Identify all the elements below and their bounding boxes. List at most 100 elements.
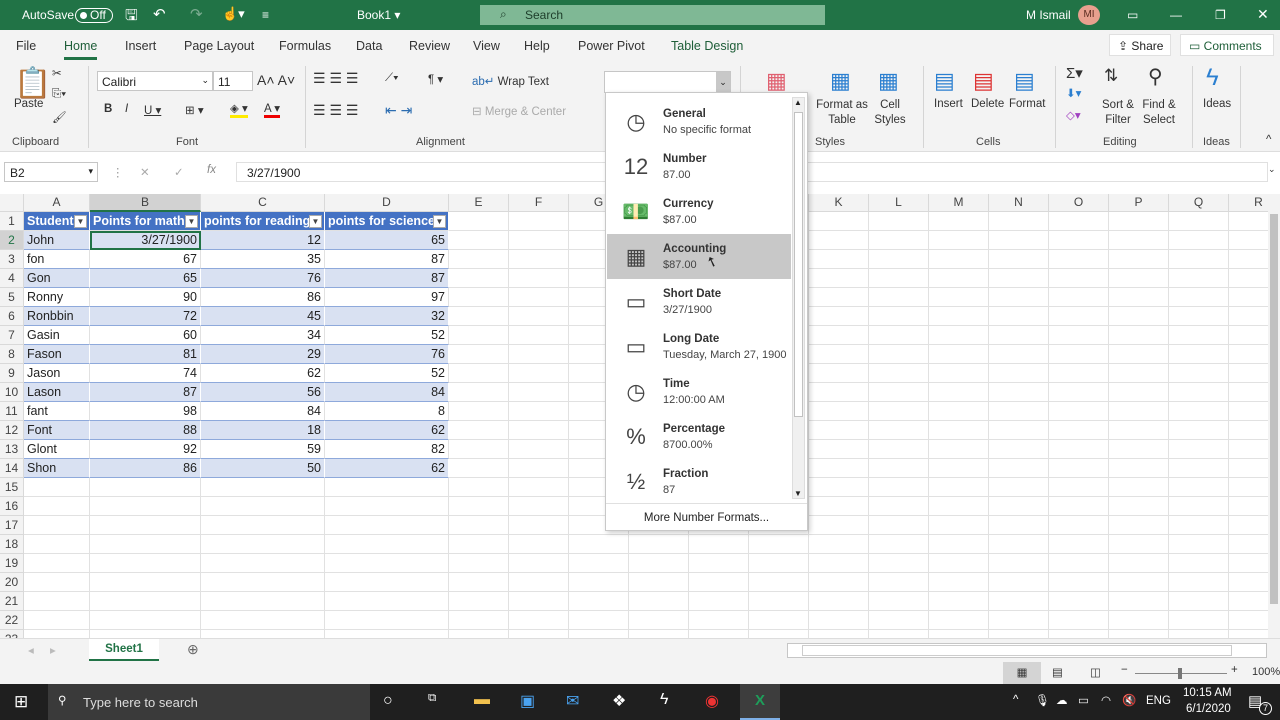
cell[interactable] xyxy=(449,535,509,554)
cell[interactable] xyxy=(1109,459,1169,478)
tab-power-pivot[interactable]: Power Pivot xyxy=(578,39,645,53)
cell[interactable] xyxy=(989,269,1049,288)
cell[interactable] xyxy=(869,611,929,630)
cell[interactable] xyxy=(929,383,989,402)
table-cell[interactable]: Gasin xyxy=(24,326,90,345)
cell[interactable] xyxy=(989,592,1049,611)
cell[interactable] xyxy=(1169,421,1229,440)
cell[interactable] xyxy=(1049,421,1109,440)
text-direction-icon[interactable]: ¶ ▾ xyxy=(428,72,443,86)
cell[interactable] xyxy=(809,592,869,611)
cell[interactable] xyxy=(509,554,569,573)
table-cell[interactable]: Lason xyxy=(24,383,90,402)
cell[interactable] xyxy=(1169,497,1229,516)
cell[interactable] xyxy=(1049,231,1109,250)
cell[interactable] xyxy=(90,535,201,554)
cell[interactable] xyxy=(1169,611,1229,630)
cell[interactable] xyxy=(449,402,509,421)
format-option-long-date[interactable]: ▭ Long Date Tuesday, March 27, 1900 xyxy=(607,324,791,369)
cell[interactable] xyxy=(449,269,509,288)
cell[interactable] xyxy=(449,421,509,440)
filter-dropdown-icon[interactable]: ▼ xyxy=(433,215,446,228)
cell[interactable] xyxy=(929,497,989,516)
table-header-cell[interactable]: Points for math ▼ xyxy=(90,212,201,231)
customize-qat-icon[interactable]: ≡ xyxy=(262,8,269,22)
cell[interactable] xyxy=(449,212,509,231)
row-header[interactable]: 18 xyxy=(0,535,24,554)
cell[interactable] xyxy=(929,231,989,250)
cell[interactable] xyxy=(449,326,509,345)
cell[interactable] xyxy=(509,288,569,307)
cell[interactable] xyxy=(1229,459,1268,478)
cell[interactable] xyxy=(1049,440,1109,459)
cell[interactable] xyxy=(449,364,509,383)
cell[interactable] xyxy=(869,326,929,345)
insert-button[interactable]: Insert xyxy=(934,98,963,110)
chevron-down-icon[interactable]: ⌄ xyxy=(716,72,730,92)
row-header[interactable]: 15 xyxy=(0,478,24,497)
restore-icon[interactable]: ❐ xyxy=(1215,8,1226,22)
cell[interactable] xyxy=(1229,497,1268,516)
wrap-text-button[interactable]: ab↵ Wrap Text xyxy=(472,74,549,88)
ideas-button[interactable]: Ideas xyxy=(1203,98,1231,110)
wifi-icon[interactable]: ◠ xyxy=(1101,693,1111,707)
store-icon[interactable]: ▣ xyxy=(520,691,535,711)
cell[interactable] xyxy=(989,326,1049,345)
cell[interactable] xyxy=(869,630,929,638)
cell[interactable] xyxy=(929,269,989,288)
cell[interactable] xyxy=(749,611,809,630)
row-header[interactable]: 4 xyxy=(0,269,24,288)
cell[interactable] xyxy=(90,592,201,611)
cell[interactable] xyxy=(989,497,1049,516)
table-cell[interactable]: 52 xyxy=(325,364,449,383)
cell[interactable] xyxy=(929,402,989,421)
cell[interactable] xyxy=(449,592,509,611)
cell[interactable] xyxy=(449,630,509,638)
minimize-icon[interactable]: — xyxy=(1170,8,1182,22)
table-cell[interactable]: 84 xyxy=(325,383,449,402)
cell[interactable] xyxy=(809,554,869,573)
cell[interactable] xyxy=(509,630,569,638)
comments-button[interactable]: ▭ Comments xyxy=(1180,34,1274,56)
cell[interactable] xyxy=(1049,288,1109,307)
cell[interactable] xyxy=(449,345,509,364)
tab-file[interactable]: File xyxy=(16,39,36,53)
cell[interactable] xyxy=(1109,364,1169,383)
expand-formula-icon[interactable]: ⌄ xyxy=(1268,164,1276,175)
cell[interactable] xyxy=(1049,478,1109,497)
cell[interactable] xyxy=(509,269,569,288)
scroll-sheets-right-icon[interactable]: ▸ xyxy=(50,643,56,657)
row-header[interactable]: 12 xyxy=(0,421,24,440)
cell[interactable] xyxy=(989,459,1049,478)
format-option-accounting[interactable]: ▦ Accounting $87.00 xyxy=(607,234,791,279)
cell[interactable] xyxy=(1109,611,1169,630)
find-icon[interactable]: ⚲ xyxy=(1148,64,1163,89)
cell[interactable] xyxy=(929,250,989,269)
cell[interactable] xyxy=(989,345,1049,364)
cell[interactable] xyxy=(1229,440,1268,459)
cell[interactable] xyxy=(1049,326,1109,345)
cell[interactable] xyxy=(989,288,1049,307)
column-header-B[interactable]: B xyxy=(90,194,201,212)
cell[interactable] xyxy=(809,269,869,288)
cell[interactable] xyxy=(1109,212,1169,231)
table-cell[interactable]: Ronbbin xyxy=(24,307,90,326)
cell[interactable] xyxy=(1229,630,1268,638)
clock-date[interactable]: 6/1/2020 xyxy=(1186,703,1231,715)
cell[interactable] xyxy=(90,497,201,516)
vertical-scrollbar[interactable] xyxy=(1268,194,1280,638)
row-header[interactable]: 10 xyxy=(0,383,24,402)
cell[interactable] xyxy=(1229,478,1268,497)
cell[interactable] xyxy=(509,345,569,364)
cell[interactable] xyxy=(1229,573,1268,592)
cell[interactable] xyxy=(809,364,869,383)
excel-taskbar-icon[interactable]: X xyxy=(740,684,780,720)
table-cell[interactable]: 90 xyxy=(90,288,201,307)
row-header[interactable]: 13 xyxy=(0,440,24,459)
table-cell[interactable]: 65 xyxy=(325,231,449,250)
paste-icon[interactable]: 📋 xyxy=(14,66,51,101)
cell[interactable] xyxy=(989,535,1049,554)
cell[interactable] xyxy=(1049,497,1109,516)
cell[interactable] xyxy=(1169,630,1229,638)
cell[interactable] xyxy=(1229,611,1268,630)
